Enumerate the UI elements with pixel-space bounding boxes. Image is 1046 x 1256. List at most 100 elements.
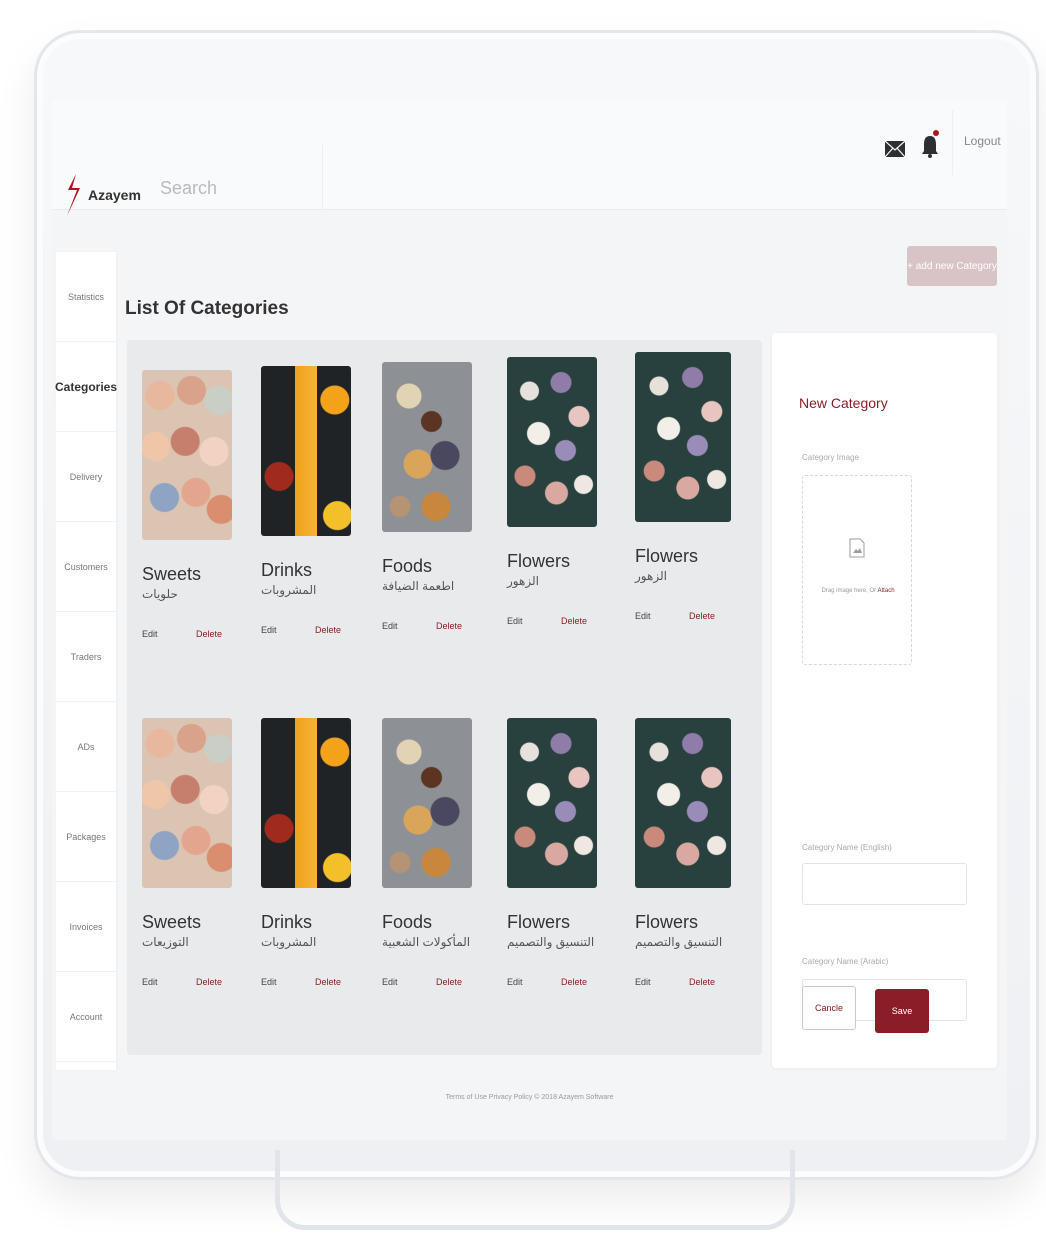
edit-button[interactable]: Edit: [635, 611, 651, 621]
category-name-en: Drinks: [261, 912, 313, 932]
category-name-ar: حلويات: [142, 587, 178, 601]
sidebar-item-delivery[interactable]: Delivery: [56, 432, 116, 522]
edit-button[interactable]: Edit: [382, 977, 398, 987]
delete-button[interactable]: Delete: [689, 611, 715, 621]
card-actions: Edit Delete: [382, 977, 462, 987]
card-actions: Edit Delete: [507, 977, 587, 987]
tablet-stand: [275, 1150, 795, 1230]
category-name-ar: التوزيعات: [142, 935, 189, 949]
category-card[interactable]: Sweets حلويات Edit Delete: [142, 370, 252, 670]
footer-links: Terms of Use Privacy Policy © 2018 Azaye…: [445, 1094, 614, 1101]
category-card[interactable]: Sweets التوزيعات Edit Delete: [142, 718, 252, 1018]
notification-bell-icon[interactable]: [920, 128, 940, 160]
sidebar-item-account[interactable]: Account: [56, 972, 116, 1062]
delete-button[interactable]: Delete: [689, 977, 715, 987]
category-name-ar: المشروبات: [261, 935, 317, 949]
delete-button[interactable]: Delete: [315, 977, 341, 987]
category-name-en-input[interactable]: [802, 863, 967, 905]
logout-link[interactable]: Logout: [964, 134, 1001, 148]
dropzone-text: Drag image here, Or Attach: [803, 588, 913, 594]
category-name-ar: التنسيق والتصميم: [507, 935, 595, 949]
sidebar-item-packages[interactable]: Packages: [56, 792, 116, 882]
category-image: [635, 352, 731, 522]
category-image: [142, 370, 232, 540]
mail-icon[interactable]: [884, 138, 906, 160]
add-category-button[interactable]: + add new Category: [907, 246, 997, 286]
top-header: Azayem Logout: [52, 100, 1007, 216]
category-card[interactable]: Flowers التنسيق والتصميم Edit Delete: [635, 718, 745, 1018]
save-button[interactable]: Save: [875, 989, 929, 1033]
delete-button[interactable]: Delete: [196, 977, 222, 987]
header-divider: [952, 110, 953, 175]
card-actions: Edit Delete: [507, 616, 587, 626]
category-name-en: Foods: [382, 912, 433, 932]
sidebar-item-statistics[interactable]: Statistics: [56, 252, 116, 342]
edit-button[interactable]: Edit: [507, 616, 523, 626]
brand-name: Azayem: [88, 187, 141, 203]
category-card[interactable]: Drinks المشروبات Edit Delete: [261, 366, 371, 666]
category-name-ar: المشروبات: [261, 583, 317, 597]
edit-button[interactable]: Edit: [635, 977, 651, 987]
category-image: [382, 362, 472, 532]
card-actions: Edit Delete: [142, 977, 222, 987]
category-card[interactable]: Foods المأكولات الشعبية Edit Delete: [382, 718, 492, 1018]
category-name-en: Flowers: [507, 912, 571, 932]
sidebar: Statistics Categories Delivery Customers…: [55, 252, 117, 1070]
delete-button[interactable]: Delete: [196, 629, 222, 639]
category-image-label: Category Image: [802, 453, 859, 462]
edit-button[interactable]: Edit: [382, 621, 398, 631]
category-name-en: Drinks: [261, 560, 313, 580]
edit-button[interactable]: Edit: [507, 977, 523, 987]
image-file-icon: [849, 538, 865, 558]
new-category-panel: New Category Category Image Drag image h…: [772, 333, 997, 1068]
search-input[interactable]: [160, 178, 310, 199]
category-card[interactable]: Flowers الزهور Edit Delete: [507, 357, 617, 657]
card-actions: Edit Delete: [382, 621, 462, 631]
category-image: [382, 718, 472, 888]
category-image: [261, 718, 351, 888]
category-name-ar: اطعمة الضيافة: [382, 579, 455, 593]
category-image: [261, 366, 351, 536]
category-image: [507, 357, 597, 527]
category-name-en-label: Category Name (English): [802, 843, 892, 852]
delete-button[interactable]: Delete: [561, 616, 587, 626]
brand-logo[interactable]: Azayem: [64, 172, 141, 218]
sidebar-item-customers[interactable]: Customers: [56, 522, 116, 612]
card-actions: Edit Delete: [635, 611, 715, 621]
cancel-button[interactable]: Cancle: [802, 986, 856, 1030]
category-name-en: Sweets: [142, 912, 202, 932]
delete-button[interactable]: Delete: [561, 977, 587, 987]
drop-instruction: Drag image here, Or: [821, 588, 877, 594]
category-card[interactable]: Drinks المشروبات Edit Delete: [261, 718, 371, 1018]
sidebar-item-categories[interactable]: Categories: [55, 342, 117, 432]
category-image: [142, 718, 232, 888]
edit-button[interactable]: Edit: [261, 977, 277, 987]
app-screen: Azayem Logout Statistics Categories Deli…: [52, 100, 1007, 1140]
category-card[interactable]: Flowers الزهور Edit Delete: [635, 352, 745, 652]
category-name-en: Flowers: [635, 912, 699, 932]
category-name-ar: الزهور: [507, 574, 539, 588]
azayem-logo-icon: [67, 174, 80, 216]
edit-button[interactable]: Edit: [142, 629, 158, 639]
panel-title: New Category: [799, 395, 888, 411]
sidebar-item-traders[interactable]: Traders: [56, 612, 116, 702]
sidebar-item-ads[interactable]: ADs: [56, 702, 116, 792]
page-title: List Of Categories: [125, 298, 289, 319]
attach-link[interactable]: Attach: [878, 588, 895, 594]
delete-button[interactable]: Delete: [315, 625, 341, 635]
delete-button[interactable]: Delete: [436, 977, 462, 987]
category-image: [635, 718, 731, 888]
category-name-en: Sweets: [142, 564, 202, 584]
category-card[interactable]: Flowers التنسيق والتصميم Edit Delete: [507, 718, 617, 1018]
category-card[interactable]: Foods اطعمة الضيافة Edit Delete: [382, 362, 492, 662]
edit-button[interactable]: Edit: [261, 625, 277, 635]
edit-button[interactable]: Edit: [142, 977, 158, 987]
card-actions: Edit Delete: [261, 625, 341, 635]
sidebar-item-invoices[interactable]: Invoices: [56, 882, 116, 972]
delete-button[interactable]: Delete: [436, 621, 462, 631]
category-name-ar: التنسيق والتصميم: [635, 935, 723, 949]
image-dropzone[interactable]: Drag image here, Or Attach: [802, 475, 912, 665]
header-divider: [322, 145, 323, 210]
card-actions: Edit Delete: [261, 977, 341, 987]
category-name-ar-label: Category Name (Arabic): [802, 957, 889, 966]
